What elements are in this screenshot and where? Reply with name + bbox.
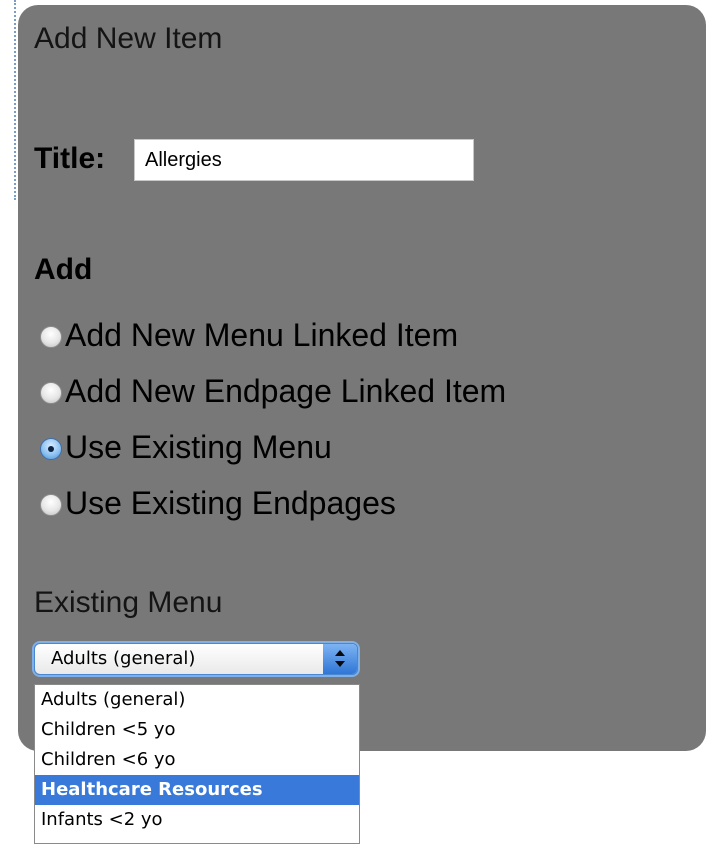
dropdown-option[interactable]: Adults (general) — [35, 685, 359, 715]
add-type-radio-group: Add New Menu Linked Item Add New Endpage… — [40, 307, 506, 531]
radio-label: Add New Menu Linked Item — [65, 316, 459, 353]
existing-menu-dropdown-list: Adults (general) Children <5 yo Children… — [34, 684, 360, 844]
title-input[interactable] — [134, 139, 474, 181]
existing-menu-select[interactable]: Adults (general) — [34, 643, 358, 675]
select-value: Adults (general) — [51, 648, 196, 669]
radio-label: Add New Endpage Linked Item — [65, 372, 507, 409]
radio-button[interactable] — [40, 493, 62, 516]
radio-label: Use Existing Menu — [65, 428, 332, 465]
existing-menu-heading: Existing Menu — [34, 586, 223, 619]
title-label: Title: — [34, 142, 106, 175]
radio-option-existing-endpages[interactable]: Use Existing Endpages — [40, 475, 506, 531]
radio-option-existing-menu[interactable]: Use Existing Menu — [40, 419, 506, 475]
radio-label: Use Existing Endpages — [65, 484, 396, 521]
radio-button[interactable] — [40, 381, 62, 404]
radio-option-new-menu[interactable]: Add New Menu Linked Item — [40, 307, 506, 363]
radio-button[interactable] — [40, 325, 62, 348]
up-down-arrows-icon[interactable] — [323, 644, 357, 674]
add-heading: Add — [34, 253, 93, 286]
dropdown-option[interactable]: Infants <2 yo — [35, 805, 359, 835]
dropdown-option[interactable]: Children <6 yo — [35, 745, 359, 775]
dropdown-option[interactable]: Children <5 yo — [35, 715, 359, 745]
dropdown-option-highlighted[interactable]: Healthcare Resources — [35, 775, 359, 805]
radio-button-selected[interactable] — [40, 437, 62, 460]
form-heading: Add New Item — [34, 22, 223, 55]
radio-option-new-endpage[interactable]: Add New Endpage Linked Item — [40, 363, 506, 419]
